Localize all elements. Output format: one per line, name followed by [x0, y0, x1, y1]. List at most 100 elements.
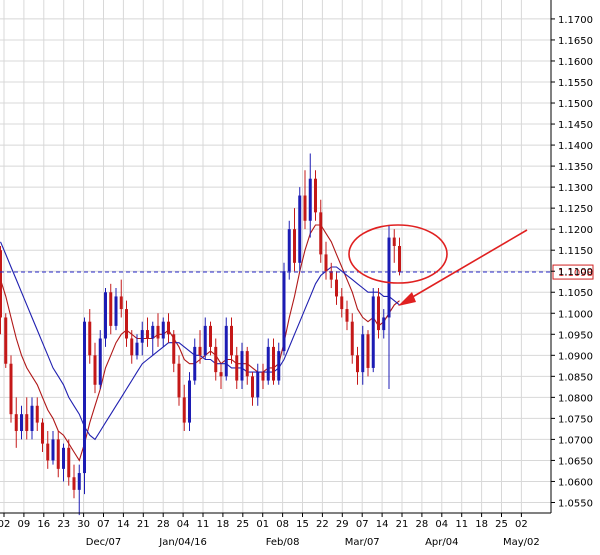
candle-body: [366, 334, 370, 368]
x-tick-label: 09: [18, 519, 31, 530]
candle-body: [198, 346, 202, 356]
x-tick-label: 30: [77, 519, 90, 530]
y-tick-label: 1.1550: [558, 78, 593, 89]
x-tick-label: 28: [157, 519, 170, 530]
candle: [104, 288, 107, 347]
candle-body: [314, 178, 317, 213]
y-tick-label: 1.0750: [558, 414, 593, 425]
candle-body: [193, 346, 197, 381]
candle-body: [203, 325, 207, 356]
candle: [188, 372, 191, 432]
y-tick-label: 1.1650: [558, 36, 593, 47]
candle-body: [125, 309, 128, 339]
y-tick-label: 1.1200: [558, 225, 593, 236]
candle-body: [308, 178, 312, 221]
y-tick-label: 1.1300: [558, 183, 593, 194]
candle: [371, 288, 375, 373]
x-tick-label: 22: [316, 519, 329, 530]
x-tick-label: 11: [197, 519, 210, 530]
candle-body: [0, 250, 2, 318]
candle: [298, 187, 302, 272]
x-tick-label: 18: [217, 519, 230, 530]
candle-body: [67, 447, 71, 478]
candle-body: [172, 334, 176, 364]
candle-body: [62, 447, 65, 469]
candle-body: [350, 321, 354, 356]
x-tick-label: 21: [396, 519, 409, 530]
candle-body: [104, 292, 107, 339]
y-tick-label: 1.0650: [558, 456, 593, 467]
y-tick-label: 1.1050: [558, 288, 593, 299]
candle-body: [293, 229, 296, 263]
candle-body: [20, 414, 23, 432]
candle-body: [56, 439, 60, 469]
chart-background: [0, 0, 600, 551]
y-tick-label: 1.0850: [558, 372, 593, 383]
candle-body: [235, 355, 239, 381]
candle-body: [177, 363, 181, 398]
candle-body: [41, 422, 44, 444]
y-tick-label: 1.1100: [558, 267, 593, 278]
x-tick-label: 14: [376, 519, 389, 530]
candle-body: [214, 346, 218, 373]
chart-svg: 1.1098 1.05501.06001.06501.07001.07501.0…: [0, 0, 600, 551]
candle-body: [245, 351, 249, 377]
x-tick-label: 16: [37, 519, 50, 530]
x-tick-label: 04: [435, 519, 448, 530]
candle-body: [130, 338, 134, 356]
candle-body: [98, 338, 102, 385]
candle-body: [261, 372, 265, 381]
x-tick-label: 01: [256, 519, 269, 530]
y-tick-label: 1.1600: [558, 57, 593, 68]
price-chart: 1.1098 1.0550 1.0600 1.0650 1.0700 1.0750 1.0…: [0, 0, 600, 551]
candle-body: [356, 355, 359, 373]
candle-body: [277, 351, 281, 381]
x-tick-label: 25: [236, 519, 249, 530]
x-month-label: May/02: [503, 537, 540, 548]
candle-body: [219, 372, 223, 377]
x-tick-label: 02: [0, 519, 10, 530]
y-tick-label: 1.1400: [558, 141, 593, 152]
candle-body: [151, 325, 155, 339]
x-month-label: Jan/04/16: [158, 537, 207, 548]
candle-body: [251, 376, 254, 398]
candle-body: [319, 212, 323, 255]
candle-body: [109, 292, 113, 326]
candle-body: [324, 254, 328, 272]
x-month-label: Apr/04: [425, 537, 458, 548]
candle-body: [83, 321, 86, 474]
candle-body: [209, 325, 212, 347]
candle-body: [266, 346, 270, 381]
candle-body: [35, 405, 39, 423]
candle-body: [240, 351, 244, 381]
y-tick-label: 1.0950: [558, 330, 593, 341]
y-tick-label: 1.1150: [558, 246, 593, 257]
candle-body: [224, 325, 228, 377]
x-tick-label: 15: [296, 519, 309, 530]
candle-body: [230, 325, 233, 356]
candle-body: [287, 229, 291, 272]
candle-body: [303, 195, 307, 221]
y-tick-label: 1.1500: [558, 99, 593, 110]
x-tick-label: 07: [97, 519, 110, 530]
candle: [224, 317, 228, 381]
candle-body: [46, 443, 50, 461]
y-tick-label: 1.1700: [558, 15, 593, 26]
candle-body: [161, 321, 165, 339]
x-tick-label: 07: [356, 519, 369, 530]
candle-body: [188, 380, 191, 423]
candle-body: [4, 317, 8, 364]
x-tick-label: 25: [495, 519, 508, 530]
x-tick-label: 23: [57, 519, 70, 530]
candle-body: [88, 321, 92, 356]
candle-body: [77, 473, 81, 490]
candle: [4, 313, 8, 368]
candle-body: [25, 414, 29, 432]
candle-body: [114, 296, 118, 326]
y-tick-label: 1.1350: [558, 162, 593, 173]
candle-body: [135, 342, 139, 356]
candle-body: [14, 414, 18, 432]
x-tick-label: 21: [137, 519, 150, 530]
y-tick-label: 1.1450: [558, 120, 593, 131]
candle-body: [377, 296, 380, 331]
